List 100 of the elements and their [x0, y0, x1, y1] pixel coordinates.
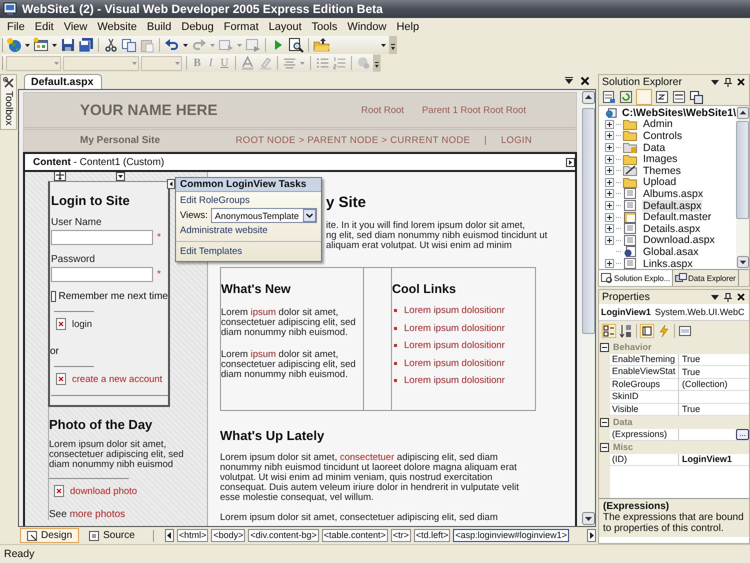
download-link[interactable]: download photo	[70, 486, 138, 496]
find-icon[interactable]	[288, 37, 304, 53]
scroll-up-icon[interactable]	[736, 107, 748, 119]
window-list-icon[interactable]	[564, 76, 574, 86]
input-field[interactable]	[51, 230, 153, 245]
scroll-up-icon[interactable]	[582, 91, 594, 104]
toolbox-tab[interactable]: Toolbox	[0, 74, 17, 130]
designer-icon[interactable]	[672, 90, 686, 104]
expand-icon[interactable]	[605, 166, 614, 176]
copy-website-icon[interactable]	[689, 90, 703, 104]
dropdown-icon[interactable]	[711, 293, 719, 301]
panel-tab[interactable]: Data Explorer	[673, 270, 739, 286]
expand-icon[interactable]	[605, 120, 614, 129]
menu-item[interactable]: Layout	[264, 21, 307, 33]
add-item-icon[interactable]	[33, 37, 49, 53]
collapse-icon[interactable]	[600, 418, 609, 427]
copy-icon[interactable]	[121, 37, 137, 53]
property-name[interactable]: SkinID	[610, 391, 679, 404]
tree-item[interactable]: Links.aspx	[642, 258, 694, 270]
tree-item[interactable]: Controls	[642, 130, 684, 142]
task-link[interactable]: Edit RoleGroups	[180, 195, 317, 206]
collapse-icon[interactable]	[600, 442, 609, 452]
tree-item[interactable]: C:\WebSites\WebSite1\	[622, 106, 736, 119]
globe-icon[interactable]	[6, 37, 22, 53]
expand-icon[interactable]	[605, 178, 614, 187]
property-name[interactable]: (ID)	[610, 454, 679, 466]
scrollbar[interactable]	[581, 90, 595, 526]
cool-link[interactable]: Lorem ipsum dolositionr	[404, 341, 505, 352]
property-name[interactable]: RoleGroups	[610, 378, 679, 391]
tag-button[interactable]: <div.content-bg>	[248, 529, 319, 542]
menu-item[interactable]: View	[58, 21, 92, 33]
document-tab[interactable]: Default.aspx	[24, 74, 102, 89]
pin-icon[interactable]	[724, 292, 732, 302]
tree-item[interactable]: Admin	[642, 118, 674, 130]
scroll-down-icon[interactable]	[582, 512, 594, 525]
grip-icon[interactable]	[1, 38, 4, 52]
tree-item[interactable]: Default.master	[642, 211, 712, 224]
smart-tag-icon[interactable]	[167, 179, 175, 189]
folder-icon[interactable]	[313, 37, 331, 53]
expand-icon[interactable]	[605, 212, 614, 222]
grip-icon[interactable]	[1, 56, 4, 70]
tag-button[interactable]: <html>	[176, 529, 208, 542]
menu-item[interactable]: Help	[391, 21, 424, 33]
property-value[interactable]: (Collection)	[682, 379, 728, 390]
property-name[interactable]: EnableTheming	[610, 354, 679, 366]
expand-icon[interactable]	[605, 259, 614, 268]
text-link[interactable]: ipsum	[250, 307, 276, 318]
pin-icon[interactable]	[724, 78, 732, 86]
smart-tag-icon[interactable]	[566, 158, 575, 166]
menu-item[interactable]: Edit	[30, 21, 59, 33]
toolbar-options-icon[interactable]	[389, 36, 397, 54]
panel-tab[interactable]: Solution Explo...	[599, 270, 674, 286]
property-value[interactable]: True	[682, 366, 700, 377]
dropdown-icon[interactable]	[711, 78, 719, 86]
collapse-icon[interactable]	[600, 342, 609, 352]
property-pages-icon[interactable]	[678, 324, 692, 338]
properties-icon[interactable]	[602, 90, 616, 104]
refresh-icon[interactable]	[619, 90, 633, 104]
ellipsis-button[interactable]: ...	[736, 428, 749, 440]
toolbar-options-icon[interactable]	[373, 54, 381, 72]
checkbox[interactable]	[51, 291, 56, 302]
scrollbar-thumb[interactable]	[582, 108, 594, 334]
expand-icon[interactable]	[605, 131, 614, 140]
property-value[interactable]: True	[682, 404, 700, 414]
tree-item[interactable]: Details.aspx	[642, 222, 702, 235]
cool-link[interactable]: Lorem ipsum dolositionr	[404, 376, 505, 386]
menu-item[interactable]: Tools	[306, 21, 342, 33]
tag-button[interactable]: <asp:loginview#loginview1>	[453, 529, 569, 542]
move-icon[interactable]	[54, 172, 66, 181]
text-link[interactable]: consectetuer	[340, 452, 394, 463]
text-link[interactable]: ipsum	[250, 349, 276, 360]
property-value[interactable]: LoginView1	[682, 454, 732, 464]
task-link[interactable]: Edit Templates	[180, 246, 317, 257]
menu-item[interactable]: Window	[342, 21, 392, 33]
more-photos-link[interactable]: more photos	[70, 509, 126, 520]
text-color-icon[interactable]	[240, 55, 256, 71]
scrollbar-thumb[interactable]	[736, 121, 749, 219]
tree-item[interactable]: Images	[642, 153, 678, 166]
close-icon[interactable]	[737, 78, 745, 86]
save-icon[interactable]	[60, 37, 76, 53]
tree-item[interactable]: Data	[642, 142, 666, 154]
cool-link[interactable]: Lorem ipsum dolositionr	[404, 358, 505, 369]
scrollbar[interactable]	[736, 106, 749, 269]
expand-icon[interactable]	[605, 189, 614, 198]
tag-button[interactable]: <td.left>	[414, 529, 450, 542]
tree-item[interactable]: Default.aspx	[642, 200, 702, 212]
tree-item[interactable]: Upload	[642, 176, 678, 188]
menu-item[interactable]: Debug	[176, 21, 219, 33]
menu-item[interactable]: File	[2, 21, 30, 33]
cool-link[interactable]: Lorem ipsum dolositionr	[404, 324, 505, 334]
window-icon[interactable]	[245, 37, 261, 53]
menu-item[interactable]: Website	[92, 21, 142, 33]
input-field[interactable]	[51, 267, 153, 282]
expand-icon[interactable]	[605, 224, 614, 234]
tag-button[interactable]: <tr>	[390, 529, 411, 542]
cut-icon[interactable]	[103, 37, 119, 53]
tree-item[interactable]: Themes	[642, 164, 682, 177]
scroll-down-icon[interactable]	[736, 256, 748, 268]
close-icon[interactable]	[580, 76, 590, 86]
expand-icon[interactable]	[605, 143, 614, 152]
